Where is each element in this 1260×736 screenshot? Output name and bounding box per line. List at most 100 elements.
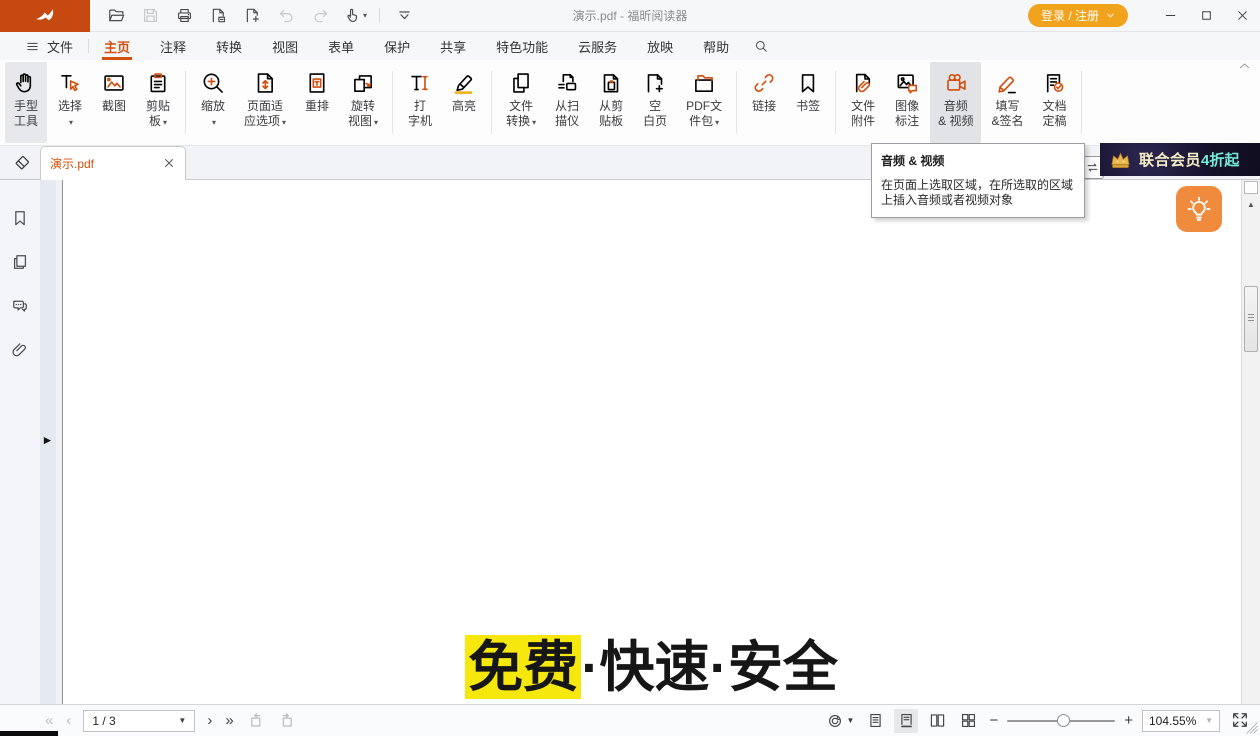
- ribbon-link-button[interactable]: 链接: [743, 62, 785, 143]
- sidebar-comments-panel-button[interactable]: [4, 290, 36, 322]
- menu-item-cloud[interactable]: 云服务: [563, 32, 632, 60]
- sidebar-pages-panel-button[interactable]: [4, 246, 36, 278]
- tab-title: 演示.pdf: [50, 155, 162, 172]
- print-button[interactable]: [171, 4, 198, 28]
- save-button[interactable]: [137, 4, 164, 28]
- close-button[interactable]: [1224, 0, 1260, 32]
- ribbon-button-label: 白页: [643, 114, 667, 129]
- scrollbar-top-button[interactable]: [1244, 181, 1258, 194]
- more-tools-button[interactable]: [391, 4, 418, 28]
- ribbon-fill-sign-button[interactable]: 填写&签名: [983, 62, 1031, 143]
- next-page-button[interactable]: ›: [206, 713, 213, 728]
- vertical-scrollbar[interactable]: ▲: [1241, 180, 1260, 704]
- undo-button[interactable]: [273, 4, 300, 28]
- page-number-input[interactable]: 1 / 3 ▼: [83, 710, 195, 732]
- zoom-level-value: 104.55%: [1149, 714, 1196, 728]
- zoom-in-button[interactable]: +: [1124, 713, 1133, 728]
- banner-accent-text: 4折起: [1201, 149, 1239, 170]
- sidebar-bookmarks-panel-button[interactable]: [4, 202, 36, 234]
- redo-button[interactable]: [307, 4, 334, 28]
- view-mode-continuous-facing-button[interactable]: [956, 709, 980, 733]
- view-mode-continuous-button[interactable]: [894, 709, 918, 733]
- menu-item-share[interactable]: 共享: [425, 32, 481, 60]
- ribbon-hand-tool-button[interactable]: 手型工具: [5, 62, 47, 143]
- ribbon-rotate-view-button[interactable]: 旋转视图▾: [340, 62, 386, 143]
- ribbon-fit-options-button[interactable]: 页面适应选项▾: [236, 62, 294, 143]
- ribbon-blank-page-button[interactable]: 空白页: [634, 62, 676, 143]
- view-mode-group: [863, 709, 980, 733]
- ribbon-bookmark-button[interactable]: 书签: [787, 62, 829, 143]
- tab-close-button[interactable]: [162, 157, 176, 171]
- menu-item-label: 云服务: [578, 37, 617, 56]
- remove-page-button[interactable]: [205, 4, 232, 28]
- menu-item-view[interactable]: 视图: [257, 32, 313, 60]
- hand-tool-icon: [13, 70, 39, 96]
- collapse-ribbon-button[interactable]: [1236, 59, 1252, 74]
- add-page-button[interactable]: [239, 4, 266, 28]
- edit-tools-button[interactable]: [12, 153, 32, 173]
- document-tab[interactable]: 演示.pdf: [40, 146, 186, 180]
- view-mode-single-page-button[interactable]: [863, 709, 887, 733]
- ribbon-snapshot-button[interactable]: 截图: [93, 62, 135, 143]
- next-view-button[interactable]: [277, 711, 297, 731]
- ribbon-group-separator: [835, 71, 836, 134]
- first-page-button[interactable]: «: [44, 713, 54, 728]
- previous-view-button[interactable]: [246, 711, 266, 731]
- menu-item-home[interactable]: 主页: [89, 32, 145, 60]
- link-icon: [751, 70, 777, 96]
- sidebar-attachments-panel-button[interactable]: [4, 334, 36, 366]
- login-button[interactable]: 登录 / 注册: [1028, 4, 1128, 27]
- chevron-down-icon: [1106, 11, 1115, 20]
- menu-item-convert[interactable]: 转换: [201, 32, 257, 60]
- open-file-button[interactable]: [103, 4, 130, 28]
- ribbon-typewriter-button[interactable]: 打字机: [399, 62, 441, 143]
- ribbon-button-label: 剪贴: [146, 99, 170, 114]
- ribbon-from-clipboard-button[interactable]: 从剪贴板: [590, 62, 632, 143]
- ribbon-reflow-button[interactable]: 重排: [296, 62, 338, 143]
- menu-item-features[interactable]: 特色功能: [481, 32, 563, 60]
- menu-item-file[interactable]: 文件: [10, 32, 88, 60]
- view-mode-facing-button[interactable]: [925, 709, 949, 733]
- zoom-level-input[interactable]: 104.55% ▼: [1142, 710, 1220, 732]
- ribbon-highlight-button[interactable]: 高亮: [443, 62, 485, 143]
- ribbon-button-label: 高亮: [452, 99, 476, 114]
- menu-item-present[interactable]: 放映: [632, 32, 688, 60]
- menu-item-comment[interactable]: 注释: [145, 32, 201, 60]
- maximize-button[interactable]: [1188, 0, 1224, 32]
- zoom-out-button[interactable]: −: [989, 713, 998, 728]
- minimize-button[interactable]: [1152, 0, 1188, 32]
- scroll-up-arrow[interactable]: ▲: [1246, 201, 1256, 209]
- ribbon-button-label: 空: [649, 99, 661, 114]
- resize-grip[interactable]: [1245, 721, 1259, 735]
- ribbon-button-label: 定稿: [1042, 114, 1066, 129]
- attachments-panel-icon: [10, 340, 30, 360]
- ribbon-image-annotation-button[interactable]: 图像标注: [886, 62, 928, 143]
- menu-item-form[interactable]: 表单: [313, 32, 369, 60]
- ribbon-file-convert-button[interactable]: 文件转换▾: [498, 62, 544, 143]
- ribbon-zoom-button[interactable]: 缩放▾: [192, 62, 234, 143]
- menu-item-help[interactable]: 帮助: [688, 32, 744, 60]
- ribbon-button-label: 板▾: [149, 114, 167, 130]
- ribbon-select-button[interactable]: 选择▾: [49, 62, 91, 143]
- search-button[interactable]: [744, 32, 778, 60]
- last-page-button[interactable]: »: [224, 713, 234, 728]
- ribbon-file-attachment-button[interactable]: 文件附件: [842, 62, 884, 143]
- assistant-tip-button[interactable]: [1176, 186, 1222, 232]
- ribbon-pdf-portfolio-button[interactable]: PDF文件包▾: [678, 62, 730, 143]
- ribbon-from-scanner-button[interactable]: 从扫描仪: [546, 62, 588, 143]
- hand-gesture-button[interactable]: ▾: [341, 4, 368, 28]
- rotate-view-button[interactable]: ▼: [826, 712, 855, 730]
- ribbon-audio-video-button[interactable]: 音频& 视频: [930, 62, 981, 143]
- menu-item-protect[interactable]: 保护: [369, 32, 425, 60]
- zoom-slider[interactable]: [1007, 720, 1115, 722]
- previous-page-button[interactable]: ‹: [65, 713, 72, 728]
- image-annotation-icon: [894, 70, 920, 96]
- ribbon-button-label: 文件: [509, 99, 533, 114]
- zoom-slider-knob[interactable]: [1057, 714, 1070, 727]
- ribbon-button-label: 填写: [995, 99, 1019, 114]
- ribbon-doc-finalize-button[interactable]: 文档定稿: [1033, 62, 1075, 143]
- expand-panel-button[interactable]: ►: [41, 432, 54, 449]
- membership-promo-banner[interactable]: 联合会员 4折起: [1100, 143, 1260, 176]
- scrollbar-thumb[interactable]: [1244, 286, 1258, 352]
- ribbon-clipboard-button[interactable]: 剪贴板▾: [137, 62, 179, 143]
